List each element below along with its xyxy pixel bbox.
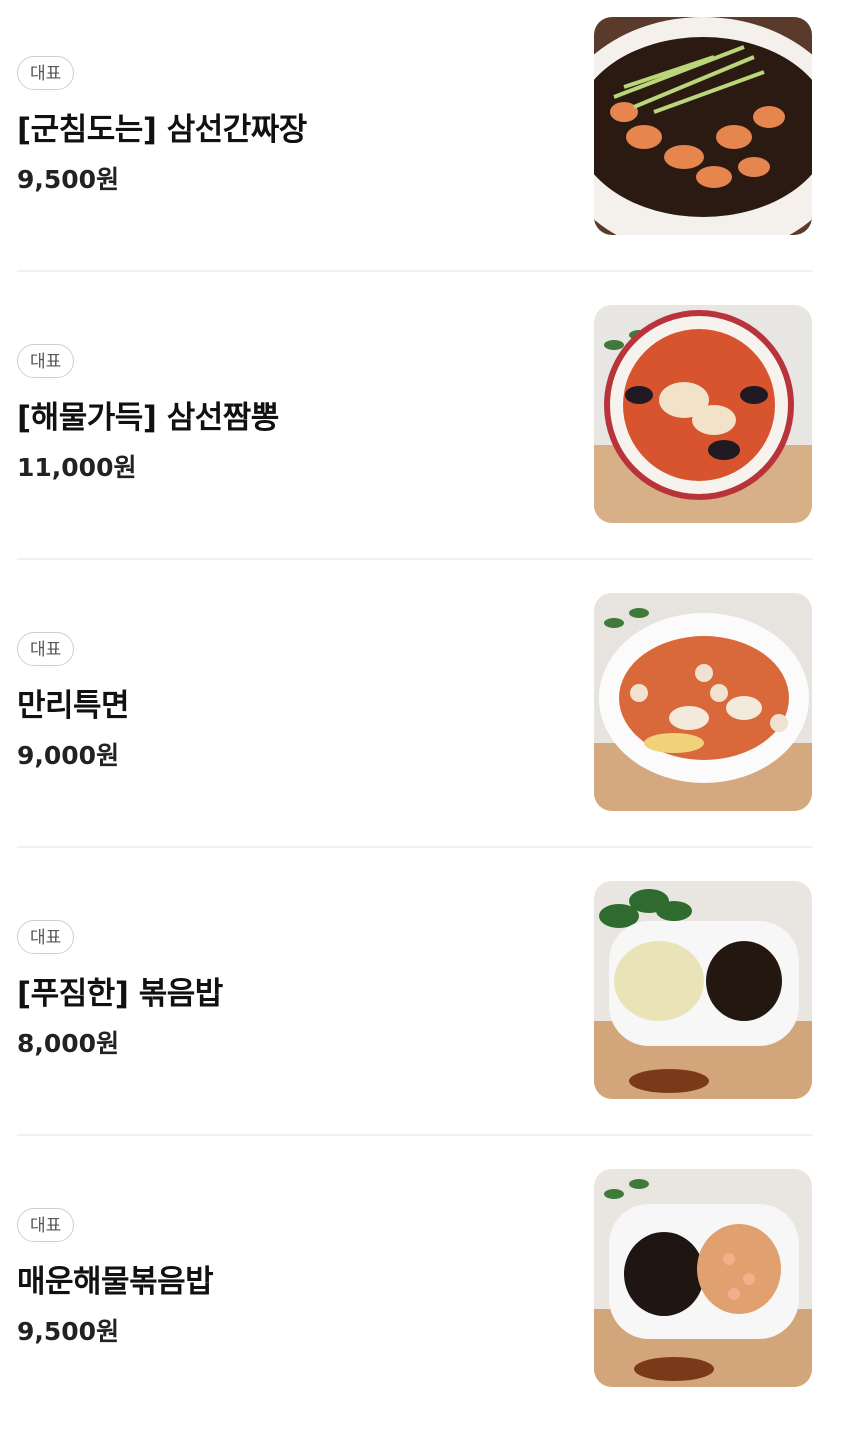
menu-item[interactable]: 대표 매운해물볶음밥 9,500원	[0, 1152, 844, 1440]
signature-badge: 대표	[17, 632, 75, 666]
menu-item-price: 9,000원	[17, 741, 120, 770]
menu-item-price: 11,000원	[17, 453, 137, 482]
divider	[17, 846, 813, 848]
menu-item[interactable]: 대표 [해물가득] 삼선짬뽕 11,000원	[0, 288, 844, 576]
menu-item-name: 만리특면	[17, 688, 130, 724]
signature-badge: 대표	[17, 1208, 75, 1242]
teukmyeon-photo[interactable]	[594, 593, 812, 811]
jjajang-photo[interactable]	[594, 17, 812, 235]
menu-item-info: 대표 [푸짐한] 볶음밥 8,000원	[17, 864, 577, 1152]
menu-item-info: 대표 [군침도는] 삼선간짜장 9,500원	[17, 0, 577, 288]
fried-rice-photo[interactable]	[594, 881, 812, 1099]
menu-item-info: 대표 매운해물볶음밥 9,500원	[17, 1152, 577, 1440]
signature-badge: 대표	[17, 920, 75, 954]
menu-item[interactable]: 대표 [푸짐한] 볶음밥 8,000원	[0, 864, 844, 1152]
divider	[17, 558, 813, 560]
menu-item-info: 대표 만리특면 9,000원	[17, 576, 577, 864]
menu-item-price: 8,000원	[17, 1029, 120, 1058]
signature-badge: 대표	[17, 56, 75, 90]
divider	[17, 270, 813, 272]
menu-item-price: 9,500원	[17, 1317, 120, 1346]
signature-badge: 대표	[17, 344, 75, 378]
spicy-seafood-fried-rice-photo[interactable]	[594, 1169, 812, 1387]
divider	[17, 1134, 813, 1136]
menu-item[interactable]: 대표 [군침도는] 삼선간짜장 9,500원	[0, 0, 844, 288]
menu-item-name: [해물가득] 삼선짬뽕	[17, 400, 279, 436]
jjamppong-photo[interactable]	[594, 305, 812, 523]
menu-item-price: 9,500원	[17, 165, 120, 194]
menu-item-name: 매운해물볶음밥	[17, 1264, 214, 1300]
menu-item-name: [군침도는] 삼선간짜장	[17, 112, 307, 148]
menu-item-info: 대표 [해물가득] 삼선짬뽕 11,000원	[17, 288, 577, 576]
menu-item-name: [푸짐한] 볶음밥	[17, 976, 223, 1012]
menu-item[interactable]: 대표 만리특면 9,000원	[0, 576, 844, 864]
